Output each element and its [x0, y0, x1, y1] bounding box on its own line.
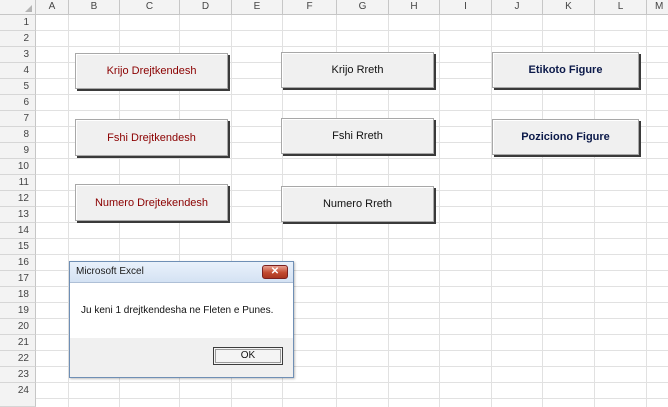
numero-drejtekendesh-button[interactable]: Numero Drejtekendesh: [75, 184, 228, 221]
column-header-d[interactable]: D: [180, 0, 232, 15]
close-icon[interactable]: ✕: [262, 265, 288, 279]
grid-line: [36, 94, 668, 95]
grid-line: [36, 46, 668, 47]
column-header-h[interactable]: H: [389, 0, 440, 15]
grid-line: [439, 15, 440, 407]
column-header-l[interactable]: L: [595, 0, 647, 15]
row-header-8[interactable]: 8: [0, 127, 36, 143]
row-header-15[interactable]: 15: [0, 239, 36, 255]
select-all-triangle: [25, 5, 32, 12]
row-header-17[interactable]: 17: [0, 271, 36, 287]
row-header-16[interactable]: 16: [0, 255, 36, 271]
poziciono-figure-button[interactable]: Poziciono Figure: [492, 119, 639, 155]
krijo-drejtkendesh-button[interactable]: Krijo Drejtkendesh: [75, 53, 228, 89]
column-header-f[interactable]: F: [283, 0, 337, 15]
row-header-14[interactable]: 14: [0, 223, 36, 239]
column-header-j[interactable]: J: [492, 0, 543, 15]
row-header-12[interactable]: 12: [0, 191, 36, 207]
grid-line: [36, 382, 668, 383]
row-header-7[interactable]: 7: [0, 111, 36, 127]
row-header-6[interactable]: 6: [0, 95, 36, 111]
grid-line: [36, 238, 668, 239]
etikoto-figure-button[interactable]: Etikoto Figure: [492, 52, 639, 88]
select-all-corner[interactable]: [0, 0, 36, 15]
row-header-5[interactable]: 5: [0, 79, 36, 95]
numero-rreth-button[interactable]: Numero Rreth: [281, 186, 434, 222]
fshi-rreth-button[interactable]: Fshi Rreth: [281, 118, 434, 154]
ok-button[interactable]: OK: [213, 347, 283, 365]
dialog-content: Ju keni 1 drejtkendesha ne Fleten e Pune…: [70, 283, 293, 338]
grid-line: [646, 15, 647, 407]
dialog-titlebar[interactable]: Microsoft Excel ✕: [70, 262, 293, 283]
row-header-22[interactable]: 22: [0, 351, 36, 367]
grid-line: [36, 30, 668, 31]
column-header-g[interactable]: G: [337, 0, 389, 15]
grid-line: [36, 222, 668, 223]
grid-line: [36, 158, 668, 159]
row-header-24[interactable]: 24: [0, 383, 36, 407]
column-header-a[interactable]: A: [36, 0, 69, 15]
row-header-13[interactable]: 13: [0, 207, 36, 223]
row-header-19[interactable]: 19: [0, 303, 36, 319]
fshi-drejtkendesh-button[interactable]: Fshi Drejtkendesh: [75, 119, 228, 156]
row-header-21[interactable]: 21: [0, 335, 36, 351]
row-header-2[interactable]: 2: [0, 31, 36, 47]
row-header-23[interactable]: 23: [0, 367, 36, 383]
row-header-9[interactable]: 9: [0, 143, 36, 159]
krijo-rreth-button[interactable]: Krijo Rreth: [281, 52, 434, 88]
dialog-message: Ju keni 1 drejtkendesha ne Fleten e Pune…: [81, 305, 274, 316]
row-header-10[interactable]: 10: [0, 159, 36, 175]
column-header-i[interactable]: I: [440, 0, 492, 15]
grid-line: [36, 110, 668, 111]
dialog-title: Microsoft Excel: [76, 266, 144, 277]
row-header-20[interactable]: 20: [0, 319, 36, 335]
column-header-e[interactable]: E: [232, 0, 283, 15]
row-header-3[interactable]: 3: [0, 47, 36, 63]
column-header-m[interactable]: M: [647, 0, 668, 15]
grid-line: [36, 254, 668, 255]
grid-line: [36, 398, 668, 399]
column-header-k[interactable]: K: [543, 0, 595, 15]
column-header-b[interactable]: B: [69, 0, 120, 15]
row-header-18[interactable]: 18: [0, 287, 36, 303]
row-header-1[interactable]: 1: [0, 15, 36, 31]
row-header-4[interactable]: 4: [0, 63, 36, 79]
grid-line: [36, 174, 668, 175]
column-header-c[interactable]: C: [120, 0, 180, 15]
row-header-11[interactable]: 11: [0, 175, 36, 191]
